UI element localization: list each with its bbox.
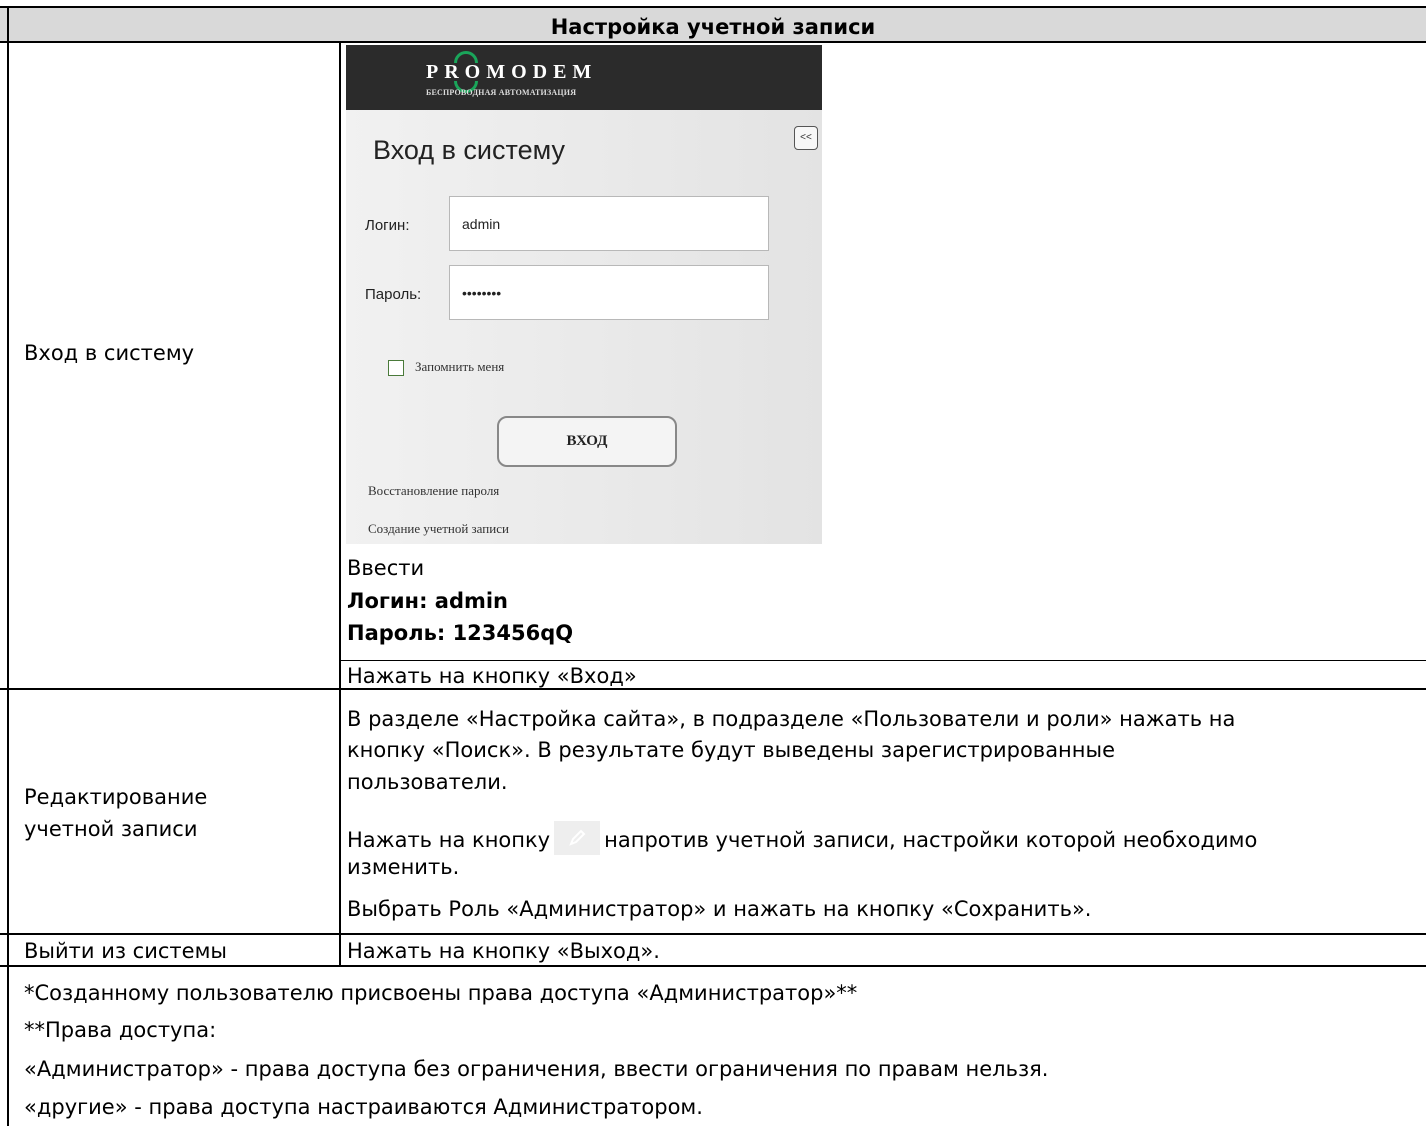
remember-checkbox[interactable] [388, 360, 404, 376]
edit-step1-line2: кнопку «Поиск». В результате будут вывед… [347, 738, 1116, 762]
collapse-button[interactable]: << [794, 126, 818, 150]
password-input[interactable]: •••••••• [449, 265, 769, 320]
login-title: Вход в систему [373, 135, 565, 165]
row-label-logout: Выйти из системы [24, 939, 227, 963]
table-border-left [7, 6, 9, 1126]
login-header-bar: PROMODEM БЕСПРОВОДНАЯ АВТОМАТИЗАЦИЯ [346, 45, 822, 110]
edit-step2-before: Нажать на кнопку [347, 828, 551, 852]
login-button[interactable]: ВХОД [497, 416, 677, 467]
table-border [0, 965, 1426, 967]
edit-step3: Выбрать Роль «Администратор» и нажать на… [347, 897, 1092, 921]
table-border-top [0, 6, 1426, 8]
password-label: Пароль: [365, 286, 422, 303]
pencil-icon [554, 821, 601, 855]
edit-step2-line1: Нажать на кнопку напротив учетной записи,… [347, 821, 1257, 855]
table-border [0, 688, 1426, 690]
table-border [0, 41, 1426, 43]
cell-divider [339, 660, 1426, 661]
edit-step1-line3: пользователи. [347, 770, 508, 794]
table-border [0, 933, 1426, 935]
column-divider [339, 41, 341, 967]
login-input[interactable]: admin [449, 196, 769, 251]
row-label-edit-line1: Редактирование [24, 785, 208, 809]
brand-subtitle: БЕСПРОВОДНАЯ АВТОМАТИЗАЦИЯ [426, 88, 577, 97]
brand-logo: PROMODEM [426, 61, 598, 83]
footnote-4: «другие» - права доступа настраиваются А… [24, 1095, 703, 1119]
password-credential: Пароль: 123456qQ [347, 621, 574, 645]
logout-instruction: Нажать на кнопку «Выход». [347, 939, 660, 963]
footnote-1: *Созданному пользователю присвоены права… [24, 981, 858, 1005]
login-credential: Логин: admin [347, 589, 509, 613]
edit-step2-line2: изменить. [347, 855, 460, 879]
login-screenshot: PROMODEM БЕСПРОВОДНАЯ АВТОМАТИЗАЦИЯ << В… [346, 45, 822, 544]
enter-instruction: Ввести [347, 556, 425, 580]
edit-step1-line1: В разделе «Настройка сайта», в подраздел… [347, 707, 1236, 731]
row-label-edit-line2: учетной записи [24, 817, 198, 841]
login-label: Логин: [365, 217, 410, 234]
recover-password-link[interactable]: Восстановление пароля [368, 483, 499, 499]
footnote-2: **Права доступа: [24, 1018, 217, 1042]
remember-label: Запомнить меня [415, 359, 505, 374]
account-setup-table: Настройка учетной записи Вход в систему … [0, 0, 1426, 1126]
press-login-instruction: Нажать на кнопку «Вход» [347, 664, 637, 688]
create-account-link[interactable]: Создание учетной записи [368, 521, 509, 537]
footnote-3: «Администратор» - права доступа без огра… [24, 1057, 1049, 1081]
row-label-login: Вход в систему [24, 341, 195, 365]
edit-step2-after: напротив учетной записи, настройки котор… [604, 828, 1258, 852]
table-title: Настройка учетной записи [550, 15, 876, 39]
